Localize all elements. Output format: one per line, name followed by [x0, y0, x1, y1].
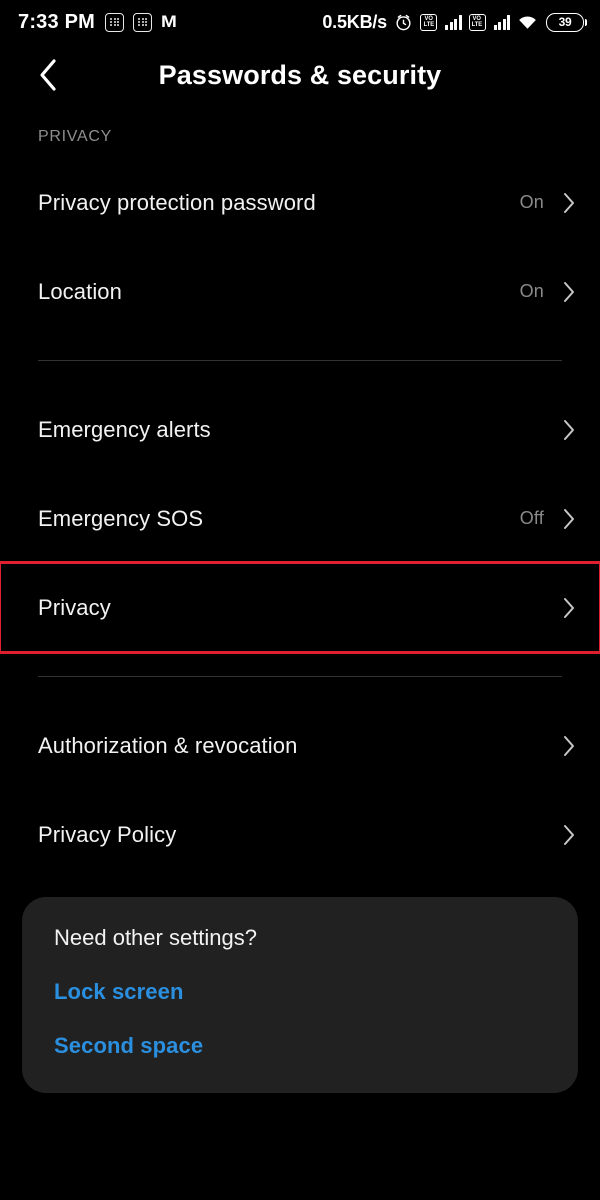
app-grid-icon — [105, 12, 124, 32]
list-item-label: Emergency alerts — [38, 416, 211, 442]
back-button[interactable] — [24, 51, 72, 99]
settings-list: Privacy protection password On Location … — [0, 146, 600, 879]
app-grid-icon — [133, 12, 152, 32]
m-logo-icon: M — [161, 13, 177, 31]
list-divider — [38, 676, 562, 677]
other-settings-card: Need other settings? Lock screen Second … — [22, 897, 578, 1093]
list-item-privacy-policy[interactable]: Privacy Policy — [0, 790, 600, 879]
section-header-privacy: PRIVACY — [38, 128, 112, 145]
list-item-value: Off — [519, 508, 544, 528]
list-item-label: Emergency SOS — [38, 505, 204, 531]
other-settings-title: Need other settings? — [54, 925, 258, 950]
alarm-icon — [396, 14, 411, 30]
battery-level-label: 39 — [558, 15, 572, 29]
signal-bars-icon — [445, 14, 462, 30]
link-second-space[interactable]: Second space — [54, 1033, 546, 1059]
page-title: Passwords & security — [158, 59, 442, 90]
chevron-right-icon — [564, 597, 574, 618]
list-item-emergency-sos[interactable]: Emergency SOS Off — [0, 474, 600, 563]
list-item-privacy[interactable]: Privacy — [0, 561, 600, 654]
list-item-label: Privacy — [38, 594, 111, 620]
volte-line-2: LTE — [423, 21, 434, 28]
list-item-label: Privacy protection password — [38, 189, 316, 215]
chevron-right-icon — [564, 735, 574, 756]
list-item-label: Authorization & revocation — [38, 732, 298, 758]
network-speed-label: 0.5KB/s — [322, 11, 387, 32]
chevron-right-icon — [564, 824, 574, 845]
volte-line-2: LTE — [471, 21, 483, 28]
status-bar-clock: 7:33 PM — [18, 10, 95, 33]
list-item-emergency-alerts[interactable]: Emergency alerts — [0, 385, 600, 474]
list-item-authorization-revocation[interactable]: Authorization & revocation — [0, 701, 600, 790]
link-lock-screen[interactable]: Lock screen — [54, 979, 546, 1005]
status-bar: 7:33 PM M 0.5KB/s VO LTE VO LTE 39 — [0, 0, 600, 44]
list-item-label: Privacy Policy — [38, 821, 177, 847]
list-item-privacy-protection-password[interactable]: Privacy protection password On — [0, 158, 600, 247]
list-divider — [38, 360, 562, 361]
chevron-left-icon — [40, 59, 56, 91]
chevron-right-icon — [564, 419, 574, 440]
signal-bars-icon — [493, 14, 510, 30]
chevron-right-icon — [564, 281, 574, 302]
battery-icon: 39 — [546, 12, 587, 32]
app-bar: Passwords & security — [0, 44, 600, 106]
chevron-right-icon — [564, 508, 574, 529]
status-bar-left: 7:33 PM M — [18, 10, 177, 34]
wifi-icon — [519, 15, 536, 29]
list-item-value: On — [519, 281, 544, 301]
volte-icon: VO LTE — [468, 13, 486, 31]
list-item-value: On — [519, 192, 544, 212]
status-bar-right: 0.5KB/s VO LTE VO LTE 39 — [322, 11, 587, 33]
list-item-location[interactable]: Location On — [0, 247, 600, 336]
volte-icon: VO LTE — [420, 13, 437, 31]
chevron-right-icon — [564, 192, 574, 213]
list-item-label: Location — [38, 278, 122, 304]
